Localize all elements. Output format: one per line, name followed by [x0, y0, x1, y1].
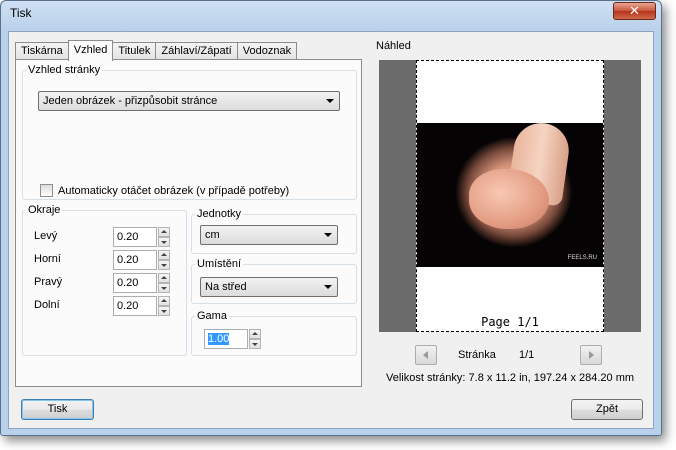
margin-right-label: Pravý [34, 276, 63, 288]
page-caption: Stránka [458, 349, 496, 361]
previous-page-button[interactable] [415, 345, 437, 365]
margin-top-input[interactable]: 0.20 [113, 250, 157, 270]
preview-photo: FEELS.RU [417, 123, 603, 267]
spin-up-icon[interactable] [158, 296, 170, 306]
tab-caption[interactable]: Titulek [112, 42, 157, 60]
margin-bottom-label: Dolní [34, 299, 60, 311]
layout-dropdown[interactable]: Jeden obrázek - přizpůsobit stránce [38, 91, 340, 111]
page-size-label: Velikost stránky: 7.8 x 11.2 in, 197.24 … [386, 372, 635, 384]
dialog-client: Tiskárna Vzhled Titulek Záhlaví/Zápatí V… [8, 31, 654, 429]
auto-rotate-checkbox[interactable] [40, 184, 53, 197]
placement-value: Na střed [205, 281, 247, 293]
close-button[interactable]: ✕ [613, 2, 656, 20]
margin-top-stepper[interactable]: 0.20 [113, 250, 170, 270]
preview-legend: Náhled [376, 40, 411, 52]
auto-rotate-row[interactable]: Automaticky otáčet obrázek (v případě po… [40, 184, 289, 197]
print-dialog: Tisk ✕ Tiskárna Vzhled Titulek Záhlaví/Z… [0, 0, 662, 436]
layout-value: Jeden obrázek - přizpůsobit stránce [43, 95, 218, 107]
spin-up-icon[interactable] [158, 227, 170, 237]
tab-watermark[interactable]: Vodoznak [236, 42, 298, 60]
spin-up-icon[interactable] [249, 329, 261, 339]
chevron-down-icon [324, 233, 332, 237]
spin-up-icon[interactable] [158, 273, 170, 283]
next-page-button[interactable] [580, 345, 602, 365]
spin-up-icon[interactable] [158, 250, 170, 260]
gamma-input[interactable]: 1.00 [204, 329, 248, 349]
margin-bottom-stepper[interactable]: 0.20 [113, 296, 170, 316]
margin-top-label: Horní [34, 253, 61, 265]
margins-legend: Okraje [28, 204, 61, 216]
page-label: Page 1/1 [481, 315, 539, 329]
chevron-down-icon [326, 99, 334, 103]
units-value: cm [205, 229, 220, 241]
placement-legend: Umístění [197, 258, 242, 270]
gamma-legend: Gama [197, 310, 227, 322]
print-button[interactable]: Tisk [21, 399, 94, 420]
gamma-value: 1.00 [208, 333, 230, 345]
spin-down-icon[interactable] [158, 306, 170, 316]
units-dropdown[interactable]: cm [200, 225, 338, 245]
spin-down-icon[interactable] [158, 260, 170, 270]
tab-appearance[interactable]: Vzhled [67, 40, 114, 61]
window-title: Tisk [10, 6, 32, 20]
appearance-panel: Vzhled stránky Jeden obrázek - přizpůsob… [15, 59, 362, 387]
gamma-stepper[interactable]: 1.00 [204, 329, 261, 349]
margin-left-input[interactable]: 0.20 [113, 227, 157, 247]
preview-page: FEELS.RU Page 1/1 [416, 60, 604, 332]
margin-right-stepper[interactable]: 0.20 [113, 273, 170, 293]
photo-watermark: FEELS.RU [567, 255, 597, 261]
page-count: 1/1 [519, 349, 535, 361]
page-appearance-group: Vzhled stránky [22, 64, 357, 200]
photo-baby [469, 169, 549, 229]
title-bar[interactable]: Tisk ✕ [1, 1, 661, 25]
margin-left-stepper[interactable]: 0.20 [113, 227, 170, 247]
units-legend: Jednotky [197, 208, 242, 220]
close-icon: ✕ [629, 3, 640, 18]
margin-left-label: Levý [34, 230, 58, 242]
chevron-down-icon [324, 285, 332, 289]
back-button[interactable]: Zpět [571, 399, 643, 420]
auto-rotate-label: Automaticky otáčet obrázek (v případě po… [58, 184, 290, 197]
preview-area: FEELS.RU Page 1/1 [379, 60, 641, 332]
tab-printer[interactable]: Tiskárna [15, 42, 69, 60]
placement-dropdown[interactable]: Na střed [200, 277, 338, 297]
page-appearance-legend: Vzhled stránky [28, 64, 101, 76]
tab-header-footer[interactable]: Záhlaví/Zápatí [155, 42, 238, 60]
spin-down-icon[interactable] [158, 283, 170, 293]
spin-down-icon[interactable] [249, 339, 261, 349]
margin-bottom-input[interactable]: 0.20 [113, 296, 157, 316]
margin-right-input[interactable]: 0.20 [113, 273, 157, 293]
tab-strip: Tiskárna Vzhled Titulek Záhlaví/Zápatí V… [15, 40, 298, 61]
spin-down-icon[interactable] [158, 237, 170, 247]
